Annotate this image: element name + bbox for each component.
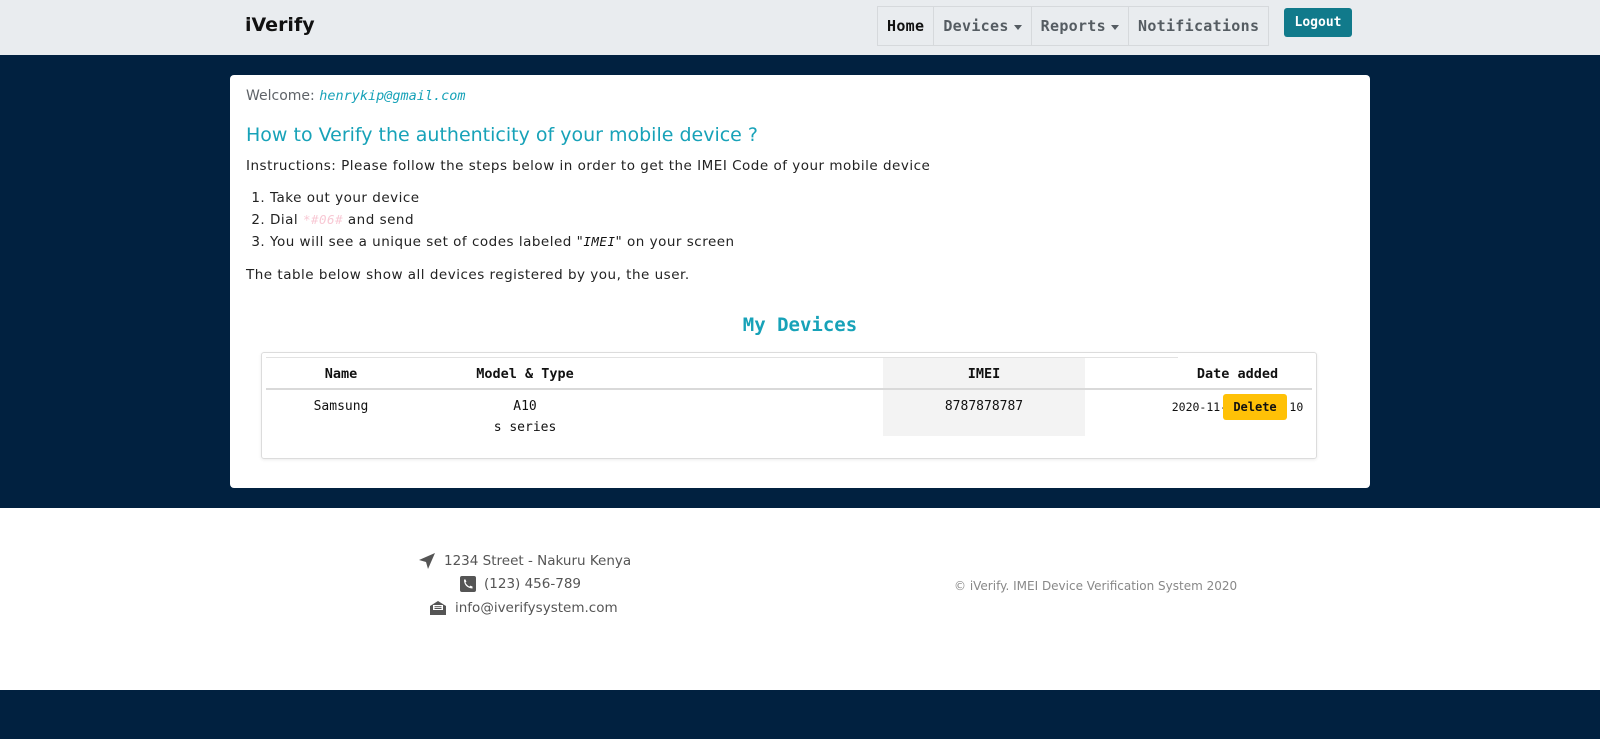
footer: 1234 Street - Nakuru Kenya (123) 456-789… [0,508,1600,690]
nav-item-label: Notifications [1137,17,1260,35]
step-item: You will see a unique set of codes label… [270,231,735,253]
devices-title: My Devices [742,314,858,336]
cell-model-line: A10 [513,399,537,414]
step-item: Dial *#06# and send [270,209,735,231]
nav-item-label: Reports [1040,17,1106,35]
footer-address: 1234 Street - Nakuru Kenya [418,552,631,570]
welcome-email: henrykip@gmail.com [319,88,466,104]
cell-model-line: s series [493,420,557,435]
imei-tag: IMEI [583,234,616,249]
footer-phone-text: (123) 456-789 [484,576,581,592]
caret-down-icon [1013,24,1022,30]
column-header-name: Name [324,366,358,382]
column-header-date: Date added [1196,366,1279,382]
footer-email: info@iverifysystem.com [429,600,618,616]
phone-icon [460,576,476,592]
step-item: Take out your device [270,187,735,209]
table-header-top-border [266,357,1178,358]
nav-item-label: Devices [943,17,1009,35]
ussd-code: *#06# [302,212,344,227]
instructions-text: Instructions: Please follow the steps be… [246,158,931,174]
table-header-bottom-border [266,388,1312,390]
step-text: Take out your device [270,190,420,206]
logout-button[interactable]: Logout [1284,8,1352,37]
content-card: Welcome: henrykip@gmail.com How to Verif… [230,75,1370,488]
cell-imei: 8787878787 [944,399,1024,414]
footer-email-text[interactable]: info@iverifysystem.com [455,600,618,616]
table-note: The table below show all devices registe… [246,267,690,283]
nav-menu: Home Devices Reports Notifications [877,6,1270,46]
delete-button[interactable]: Delete [1223,394,1287,420]
footer-phone: (123) 456-789 [460,576,581,592]
nav-item-devices[interactable]: Devices [933,6,1032,46]
nav-item-home[interactable]: Home [877,6,935,46]
top-navbar: iVerify Home Devices Reports Notificatio… [0,0,1600,55]
nav-item-label: Home [887,17,925,35]
welcome-line: Welcome: henrykip@gmail.com [246,88,466,104]
steps-list: Take out your device Dial *#06# and send… [246,187,735,253]
cell-name: Samsung [313,399,369,414]
bottom-band [0,690,1600,739]
nav-item-notifications[interactable]: Notifications [1127,6,1270,46]
envelope-open-icon [429,600,447,616]
column-header-imei: IMEI [967,366,1001,382]
step-text: You will see a unique set of codes label… [270,234,584,250]
caret-down-icon [1110,24,1119,30]
step-text: Dial [270,212,299,228]
page-heading: How to Verify the authenticity of your m… [246,124,758,146]
brand-logo[interactable]: iVerify [245,14,315,36]
welcome-label: Welcome: [246,88,315,104]
step-text: " on your screen [615,234,735,250]
location-arrow-icon [418,552,436,570]
footer-copyright: © iVerify. IMEI Device Verification Syst… [954,579,1238,593]
footer-address-text: 1234 Street - Nakuru Kenya [444,553,632,569]
cell-model: A10 s series [416,396,634,438]
step-text: and send [347,212,415,228]
column-header-model: Model & Type [476,366,574,382]
nav-item-reports[interactable]: Reports [1030,6,1129,46]
